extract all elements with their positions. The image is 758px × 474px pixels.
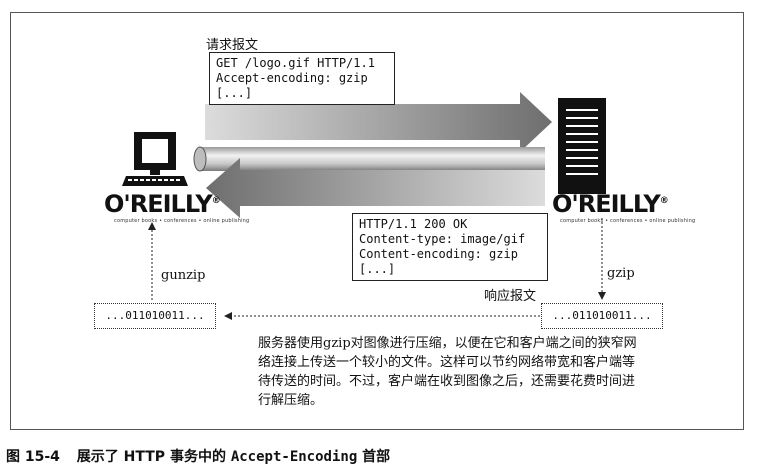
request-ellipsis: [...] (216, 86, 253, 100)
caption-text-after: 首部 (362, 449, 391, 465)
request-label: 请求报文 (206, 38, 259, 53)
response-label: 响应报文 (484, 289, 537, 304)
gzip-label: gzip (607, 266, 635, 281)
figure-caption: 图 15-4 展示了 HTTP 事务中的 Accept-Encoding 首部 (6, 446, 390, 466)
server-logo: O'REILLY® (552, 190, 669, 218)
request-line: GET /logo.gif HTTP/1.1 (216, 56, 375, 70)
client-logo: O'REILLY® (104, 190, 221, 218)
computer-icon (122, 132, 188, 186)
server-icon (558, 98, 606, 194)
compressed-data-server: ...011010011... (541, 303, 663, 329)
compressed-data-client: ...011010011... (94, 303, 216, 329)
figure-number: 图 15-4 (6, 449, 60, 465)
caption-header-name: Accept-Encoding (230, 449, 358, 465)
caption-text-before: 展示了 HTTP 事务中的 (76, 449, 226, 465)
request-message-box: GET /logo.gif HTTP/1.1 Accept-encoding: … (209, 52, 395, 105)
network-pipe (193, 146, 545, 172)
server-tagline: computer books • conferences • online pu… (560, 218, 696, 224)
response-message-box: HTTP/1.1 200 OK Content-type: image/gif … (352, 213, 548, 281)
client-tagline: computer books • conferences • online pu… (114, 218, 250, 224)
response-content-type: Content-type: image/gif (359, 232, 526, 246)
response-ellipsis: [...] (359, 262, 396, 276)
gunzip-label: gunzip (161, 268, 206, 283)
description-text: 服务器使用gzip对图像进行压缩，以便在它和客户端之间的狭窄网络连接上传送一个较… (258, 336, 637, 408)
response-content-encoding: Content-encoding: gzip (359, 247, 518, 261)
request-header-line: Accept-encoding: gzip (216, 71, 368, 85)
response-status-line: HTTP/1.1 200 OK (359, 217, 468, 231)
